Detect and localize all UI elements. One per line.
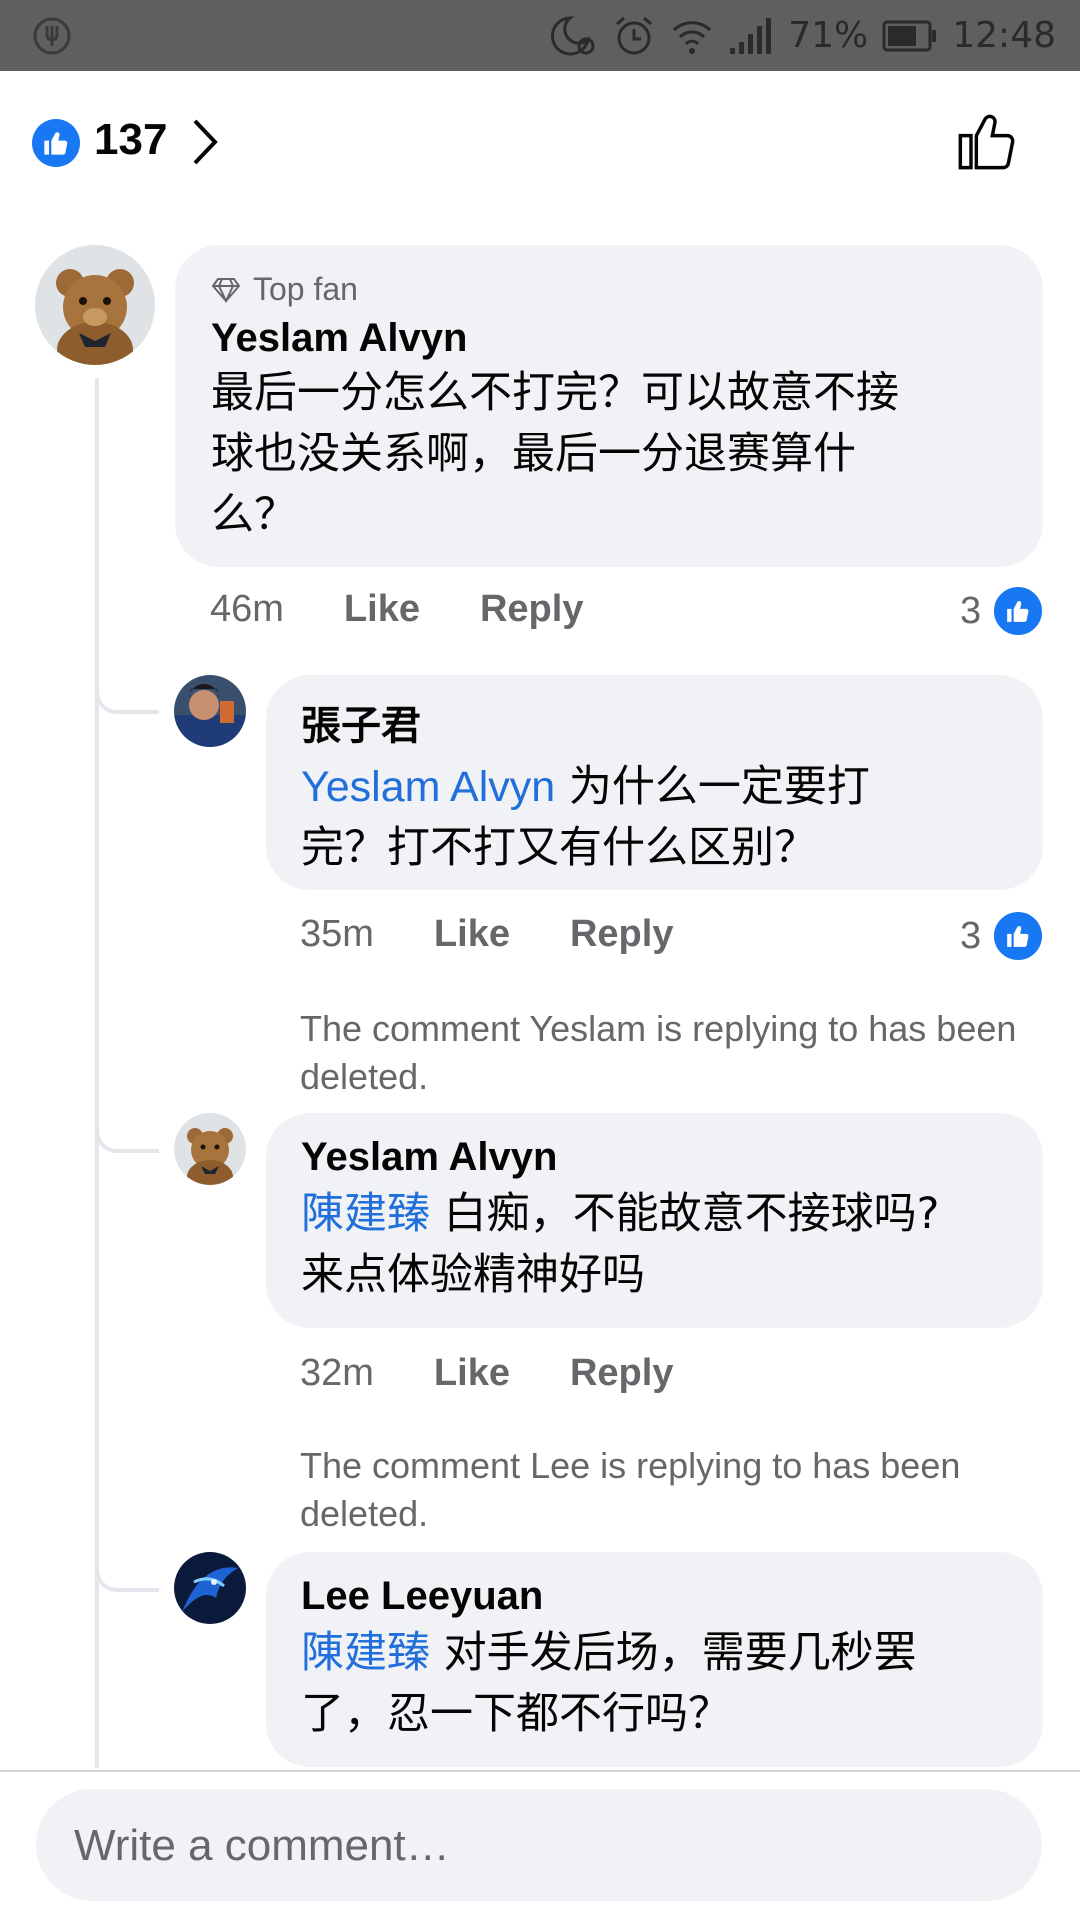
- mention-link[interactable]: Yeslam Alvyn: [301, 763, 555, 811]
- moon-icon: [551, 15, 595, 55]
- avatar[interactable]: [174, 675, 246, 747]
- like-button[interactable]: Like: [434, 913, 510, 956]
- comment-actions: 46m Like Reply: [210, 588, 643, 631]
- comment-bubble[interactable]: 張子君 Yeslam Alvyn 为什么一定要打 完？打不打又有什么区别？: [266, 675, 1043, 890]
- reactions-header: 137: [0, 71, 1080, 211]
- wifi-icon: [673, 20, 712, 54]
- reply-button[interactable]: Reply: [480, 588, 583, 631]
- comment-bubble[interactable]: Yeslam Alvyn 陳建臻 白痴，不能故意不接球吗? 来点体验精神好吗: [266, 1113, 1043, 1328]
- like-button[interactable]: Like: [434, 1352, 510, 1395]
- comment-text-line: 么？: [211, 490, 297, 540]
- top-fan-label: Top fan: [253, 271, 358, 307]
- comment-text-line: 对手发后场，需要几秒罢: [430, 1628, 917, 1678]
- reply-button[interactable]: Reply: [570, 1352, 673, 1395]
- thread-branch: [95, 1109, 159, 1153]
- battery-icon: [882, 20, 937, 51]
- signal-icon: [730, 17, 772, 54]
- thread-branch: [95, 1548, 159, 1592]
- like-badge-icon: [32, 119, 80, 167]
- reply-button[interactable]: Reply: [570, 913, 673, 956]
- deleted-notice: The comment Yeslam is replying to has be…: [300, 1008, 1017, 1097]
- comment-time: 35m: [300, 913, 374, 955]
- reaction-number: 3: [960, 914, 982, 957]
- like-reaction-icon: [991, 584, 1046, 638]
- reaction-number: 3: [960, 589, 982, 632]
- fork-icon: [33, 17, 71, 55]
- top-fan-badge: Top fan: [211, 271, 899, 308]
- comment-text-line: 来点体验精神好吗: [301, 1250, 645, 1300]
- comment-bubble[interactable]: Lee Leeyuan 陳建臻 对手发后场，需要几秒罢 了，忍一下都不行吗？: [266, 1552, 1043, 1767]
- avatar[interactable]: [35, 245, 155, 365]
- comment-author[interactable]: Lee Leeyuan: [301, 1574, 917, 1619]
- deleted-notice: The comment Lee is replying to has been …: [300, 1445, 961, 1534]
- battery-percent: 71%: [788, 15, 869, 56]
- comment-text-line: 为什么一定要打: [555, 762, 870, 812]
- avatar[interactable]: [174, 1552, 246, 1624]
- mention-link[interactable]: 陳建臻: [301, 1628, 430, 1678]
- thread-branch: [95, 670, 159, 714]
- comment-text-line: 球也没关系啊，最后一分退赛算什: [211, 429, 856, 479]
- comment-bubble[interactable]: Top fan Yeslam Alvyn 最后一分怎么不打完？可以故意不接 球也…: [175, 245, 1043, 567]
- clock: 12:48: [952, 15, 1056, 56]
- reaction-count[interactable]: 3: [960, 584, 1046, 638]
- alarm-icon: [616, 16, 653, 54]
- comment-author[interactable]: 張子君: [301, 693, 870, 751]
- status-bar: 71% 12:48: [0, 0, 1080, 71]
- like-count[interactable]: 137: [94, 115, 167, 165]
- chevron-right-icon[interactable]: [190, 117, 220, 167]
- comment-author[interactable]: Yeslam Alvyn: [301, 1135, 940, 1180]
- comment-input[interactable]: Write a comment…: [36, 1789, 1042, 1901]
- comment-time: 46m: [210, 588, 284, 630]
- comment-text-line: 完？打不打又有什么区别？: [301, 823, 817, 873]
- like-button[interactable]: Like: [344, 588, 420, 631]
- comment-actions: 32m Like Reply: [300, 1352, 733, 1395]
- avatar[interactable]: [174, 1113, 246, 1185]
- comment-text-line: 最后一分怎么不打完？可以故意不接: [211, 368, 899, 418]
- comment-author[interactable]: Yeslam Alvyn: [211, 316, 899, 361]
- like-reaction-icon: [991, 909, 1046, 963]
- comment-time: 32m: [300, 1352, 374, 1394]
- comment-text-line: 了，忍一下都不行吗？: [301, 1689, 731, 1739]
- diamond-icon: [211, 277, 241, 303]
- thumbs-up-outline-icon[interactable]: [955, 109, 1019, 173]
- mention-link[interactable]: 陳建臻: [301, 1189, 430, 1239]
- comment-actions: 35m Like Reply: [300, 913, 733, 956]
- comment-text-line: 白痴，不能故意不接球吗?: [430, 1189, 940, 1239]
- reaction-count[interactable]: 3: [960, 909, 1046, 963]
- comment-input-placeholder: Write a comment…: [74, 1821, 450, 1870]
